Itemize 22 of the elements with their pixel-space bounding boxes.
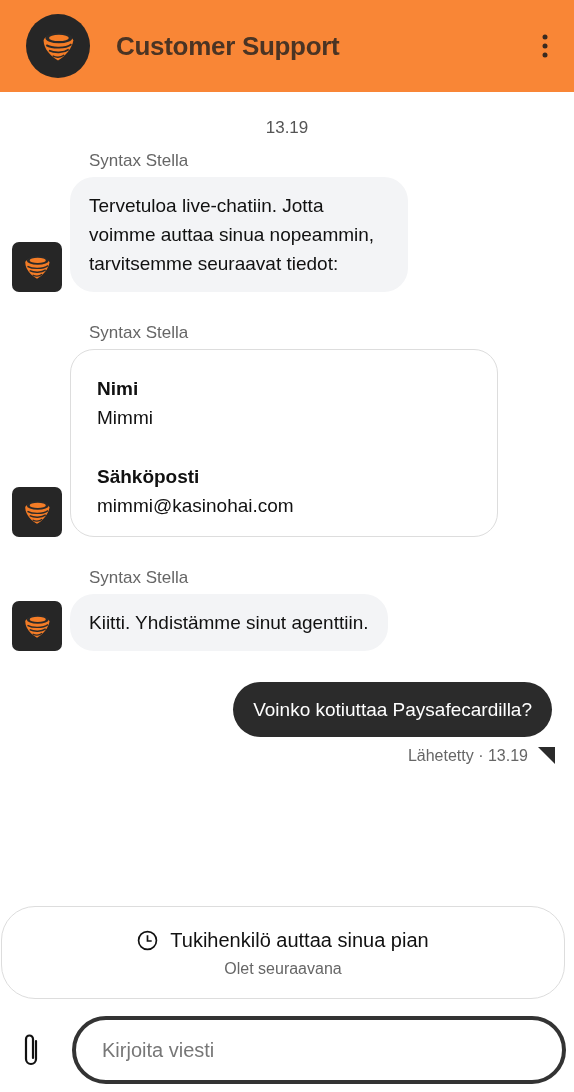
field-label: Nimi: [97, 377, 139, 401]
sent-indicator-icon: [536, 745, 556, 765]
more-menu-icon[interactable]: [540, 34, 550, 58]
agent-avatar: [12, 487, 62, 537]
field-value: Mimmi: [97, 406, 153, 430]
agent-avatar: [12, 242, 62, 292]
message-bubble: Voinko kotiuttaa Paysafecardilla?: [233, 682, 552, 737]
message-bubble: Kiitti. Yhdistämme sinut agenttiin.: [70, 594, 388, 651]
queue-title: Tukihenkilö auttaa sinua pian: [170, 929, 429, 952]
message-bubble: Tervetuloa live-chatiin. Jotta voimme auttaa sinua nopeammin, tarvitsemme seuraavat tiedot:: [70, 177, 408, 292]
field-value: mimmi@kasinohai.com: [97, 494, 294, 518]
sender-name: Syntax Stella: [89, 323, 189, 343]
field-label: Sähköposti: [97, 465, 200, 489]
agent-avatar: [12, 601, 62, 651]
queue-status: Olet seuraavana: [224, 960, 342, 978]
clock-icon: [137, 930, 159, 951]
header-title: Customer Support: [116, 30, 341, 62]
sender-name: Syntax Stella: [89, 151, 189, 171]
sender-name: Syntax Stella: [89, 568, 189, 588]
message-input[interactable]: Kirjoita viesti: [72, 1016, 566, 1084]
timestamp: 13.19: [265, 118, 309, 138]
delivery-status: Lähetetty · 13.19: [407, 747, 528, 765]
